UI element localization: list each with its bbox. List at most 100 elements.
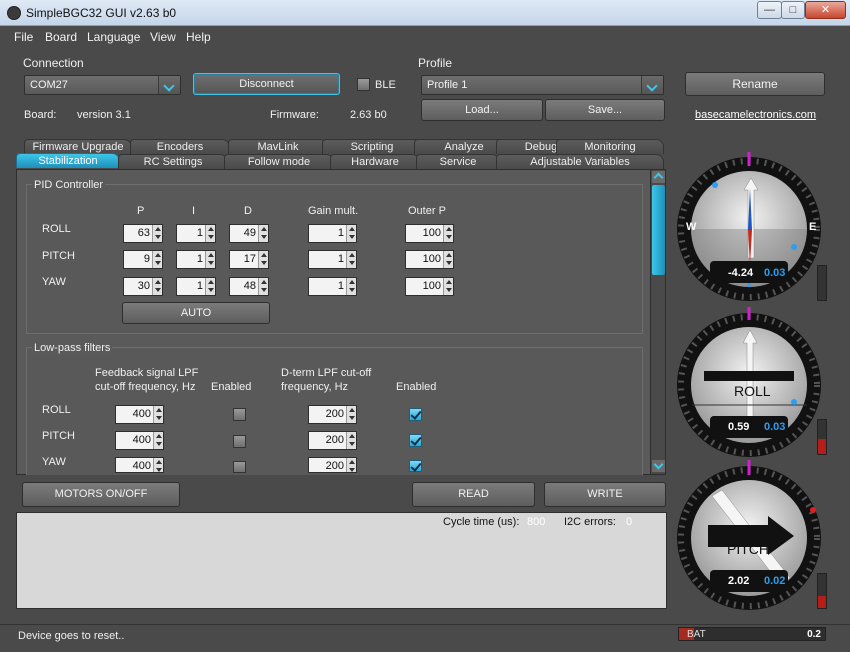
pitch-d-spin[interactable]: 17 (229, 250, 269, 269)
chevron-down-icon (158, 76, 180, 94)
yaw-angle: -4.24 (728, 267, 754, 279)
pitch-feedback-enabled-checkbox[interactable] (233, 435, 246, 448)
menu-board[interactable]: Board (45, 30, 77, 44)
pitch-feedback-spin[interactable]: 400 (115, 431, 164, 450)
minimize-button[interactable]: — (757, 1, 782, 19)
spin-arrows-icon[interactable] (152, 278, 162, 295)
log-area[interactable]: Cycle time (us): 800 I2C errors: 0 (16, 512, 667, 609)
menu-file[interactable]: File (14, 30, 33, 44)
roll-feedback-spin[interactable]: 400 (115, 405, 164, 424)
pitch-i-spin[interactable]: 1 (176, 250, 216, 269)
spin-arrows-icon[interactable] (346, 225, 356, 242)
yaw-feedback-enabled-checkbox[interactable] (233, 461, 246, 473)
tab-scripting[interactable]: Scripting (322, 139, 422, 154)
menu-language[interactable]: Language (87, 30, 140, 44)
pitch-p-spin[interactable]: 9 (123, 250, 163, 269)
spin-arrows-icon[interactable] (258, 225, 268, 242)
spin-arrows-icon[interactable] (346, 458, 356, 472)
yaw-feedback-spin[interactable]: 400 (115, 457, 164, 473)
spin-arrows-icon[interactable] (443, 225, 453, 242)
write-button[interactable]: WRITE (544, 482, 666, 507)
pid-header-i: I (192, 205, 196, 217)
scroll-down-icon[interactable] (652, 460, 665, 472)
tab-monitoring[interactable]: Monitoring (556, 139, 664, 154)
ble-checkbox[interactable] (357, 78, 370, 91)
spin-arrows-icon[interactable] (152, 225, 162, 242)
panel-scrollbar[interactable] (650, 170, 665, 474)
spin-arrows-icon[interactable] (346, 432, 356, 449)
spin-arrows-icon[interactable] (153, 458, 163, 472)
spin-arrows-icon[interactable] (346, 251, 356, 268)
save-button[interactable]: Save... (545, 99, 665, 121)
yaw-dterm-enabled-checkbox[interactable] (409, 460, 422, 472)
spin-arrows-icon[interactable] (443, 278, 453, 295)
tab-firmware-upgrade[interactable]: Firmware Upgrade (24, 139, 132, 154)
maximize-button[interactable]: □ (781, 1, 805, 19)
auto-button[interactable]: AUTO (122, 302, 270, 324)
motors-toggle-button[interactable]: MOTORS ON/OFF (22, 482, 180, 507)
port-select[interactable]: COM27 (24, 75, 181, 95)
disconnect-button[interactable]: Disconnect (193, 73, 340, 95)
tab-encoders[interactable]: Encoders (130, 139, 230, 154)
roll-i-spin[interactable]: 1 (176, 224, 216, 243)
tab-follow-mode[interactable]: Follow mode (224, 154, 334, 169)
pitch-feedback-value: 400 (132, 434, 151, 446)
pitch-dterm-enabled-checkbox[interactable] (409, 434, 422, 447)
roll-i-value: 1 (196, 227, 203, 239)
yaw-d-spin[interactable]: 48 (229, 277, 269, 296)
spin-arrows-icon[interactable] (153, 406, 163, 423)
tab-rc-settings[interactable]: RC Settings (118, 154, 228, 169)
read-button[interactable]: READ (412, 482, 535, 507)
spin-arrows-icon[interactable] (153, 432, 163, 449)
spin-arrows-icon[interactable] (346, 278, 356, 295)
roll-dterm-enabled-checkbox[interactable] (409, 408, 422, 421)
spin-arrows-icon[interactable] (258, 251, 268, 268)
roll-p-spin[interactable]: 63 (123, 224, 163, 243)
spin-arrows-icon[interactable] (443, 251, 453, 268)
scroll-up-icon[interactable] (652, 171, 665, 183)
roll-outer-spin[interactable]: 100 (405, 224, 454, 243)
spin-arrows-icon[interactable] (346, 406, 356, 423)
pitch-dterm-spin[interactable]: 200 (308, 431, 357, 450)
roll-d-spin[interactable]: 49 (229, 224, 269, 243)
pid-title: PID Controller (32, 179, 106, 191)
scroll-thumb[interactable] (652, 185, 665, 275)
rename-button[interactable]: Rename (685, 72, 825, 96)
battery-bar: BAT 0.2 (678, 627, 826, 641)
spin-arrows-icon[interactable] (205, 225, 215, 242)
tab-stabilization[interactable]: Stabilization (16, 153, 120, 168)
pitch-level-indicator (817, 573, 827, 609)
chevron-down-icon (641, 76, 663, 94)
tab-service[interactable]: Service (416, 154, 500, 169)
load-button[interactable]: Load... (421, 99, 543, 121)
yaw-dterm-spin[interactable]: 200 (308, 457, 357, 473)
roll-feedback-enabled-checkbox[interactable] (233, 408, 246, 421)
yaw-i-spin[interactable]: 1 (176, 277, 216, 296)
yaw-east-label: E (809, 221, 816, 233)
tab-mavlink[interactable]: MavLink (228, 139, 328, 154)
roll-gauge (677, 307, 821, 457)
website-link[interactable]: basecamelectronics.com (695, 109, 816, 121)
menu-view[interactable]: View (150, 30, 176, 44)
roll-dterm-spin[interactable]: 200 (308, 405, 357, 424)
close-button[interactable]: ✕ (805, 1, 846, 19)
spin-arrows-icon[interactable] (205, 278, 215, 295)
roll-level-fill (818, 439, 826, 454)
title-bar[interactable]: SimpleBGC32 GUI v2.63 b0 — □ ✕ (0, 0, 850, 26)
yaw-gain-spin[interactable]: 1 (308, 277, 357, 296)
tab-hardware[interactable]: Hardware (330, 154, 420, 169)
spin-arrows-icon[interactable] (258, 278, 268, 295)
pitch-gain-spin[interactable]: 1 (308, 250, 357, 269)
profile-select[interactable]: Profile 1 (421, 75, 664, 95)
yaw-p-spin[interactable]: 30 (123, 277, 163, 296)
roll-level-indicator (817, 419, 827, 455)
tab-adjustable-variables[interactable]: Adjustable Variables (496, 154, 664, 169)
spin-arrows-icon[interactable] (152, 251, 162, 268)
yaw-rate: 0.03 (764, 267, 785, 279)
roll-gain-spin[interactable]: 1 (308, 224, 357, 243)
spin-arrows-icon[interactable] (205, 251, 215, 268)
yaw-outer-value: 100 (422, 280, 441, 292)
yaw-outer-spin[interactable]: 100 (405, 277, 454, 296)
pitch-outer-spin[interactable]: 100 (405, 250, 454, 269)
menu-help[interactable]: Help (186, 30, 211, 44)
